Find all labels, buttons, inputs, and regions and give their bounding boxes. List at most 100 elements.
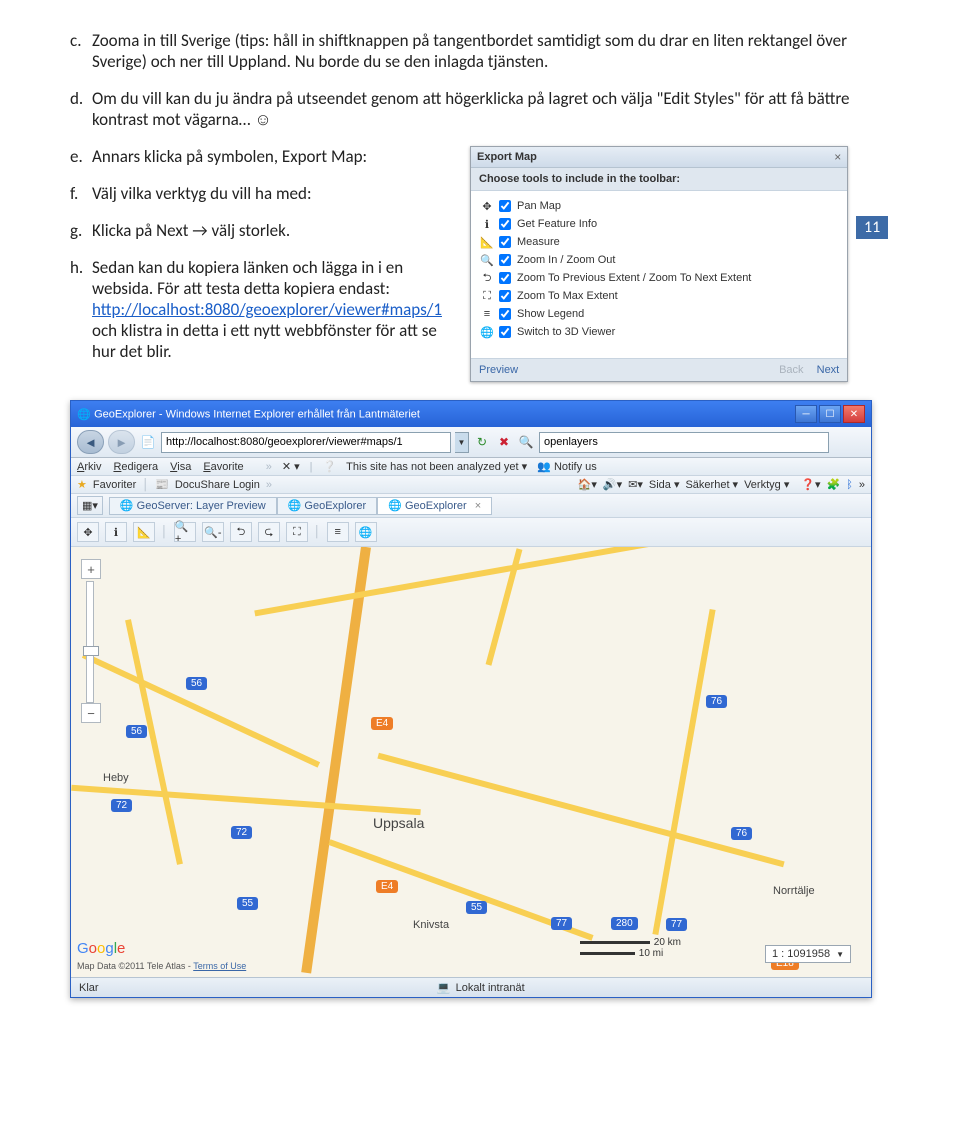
road-shield: 77 xyxy=(551,917,572,930)
address-input[interactable] xyxy=(161,432,451,453)
menu-item[interactable]: Visa xyxy=(170,461,191,473)
tool-max-extent-icon[interactable]: ⛶ xyxy=(286,522,308,542)
bluetooth-icon[interactable]: ᛒ xyxy=(846,479,853,491)
scale-bar: 20 km 10 mi xyxy=(580,937,681,959)
tool-info-icon[interactable]: ℹ xyxy=(105,522,127,542)
feeds-icon[interactable]: 🔊▾ xyxy=(603,478,622,491)
road-shield: E4 xyxy=(371,717,393,730)
refresh-icon[interactable]: ↻ xyxy=(473,433,491,451)
list-text-f: Välj vilka verktyg du vill ha med: xyxy=(92,183,450,204)
stop-icon[interactable]: ✖ xyxy=(495,433,513,451)
list-text-h: Sedan kan du kopiera länken och lägga in… xyxy=(92,257,450,362)
tool-checkbox[interactable] xyxy=(499,326,511,338)
list-letter-d: d. xyxy=(70,88,92,130)
list-letter-e: e. xyxy=(70,146,92,167)
help-icon[interactable]: ❓▾ xyxy=(801,478,820,491)
list-text-h-after: och klistra in detta i ett nytt webbföns… xyxy=(92,320,437,362)
safety-icon[interactable]: ❔ xyxy=(322,460,336,473)
tool-checkbox[interactable] xyxy=(499,200,511,212)
tool-zoomin-icon[interactable]: 🔍+ xyxy=(174,522,196,542)
status-text: This site has not been analyzed yet ▾ xyxy=(346,460,527,473)
tool-legend-icon[interactable]: ≡ xyxy=(327,522,349,542)
list-text-h-before: Sedan kan du kopiera länken och lägga in… xyxy=(92,257,403,299)
browser-tab[interactable]: 🌐 GeoServer: Layer Preview xyxy=(109,497,277,515)
tool-checkbox[interactable] xyxy=(499,308,511,320)
fav-tool-item[interactable]: Verktyg ▾ xyxy=(744,479,789,491)
dialog-preview-link[interactable]: Preview xyxy=(479,364,518,376)
minimize-button[interactable]: ─ xyxy=(795,405,817,423)
home-icon[interactable]: 🏠▾ xyxy=(578,478,597,491)
zoom-slider[interactable] xyxy=(86,581,94,703)
scale-ratio-select[interactable]: 1 : 1091958▼ xyxy=(765,945,851,963)
map-canvas[interactable]: 565672725555E4E476767777280E18 HebyUppsa… xyxy=(71,547,871,977)
docushare-link[interactable]: DocuShare Login xyxy=(175,479,260,491)
city-label: Knivsta xyxy=(411,919,451,931)
tool-checkbox[interactable] xyxy=(499,236,511,248)
list-letter-g: g. xyxy=(70,220,92,241)
road-shield: 55 xyxy=(466,901,487,914)
address-history-dropdown[interactable]: ▼ xyxy=(455,432,469,453)
dialog-close-icon[interactable]: × xyxy=(834,150,841,164)
tool-icon: ✥ xyxy=(479,199,495,213)
tool-label: Get Feature Info xyxy=(517,218,597,230)
fav-tool-item[interactable]: Säkerhet ▾ xyxy=(685,479,738,491)
browser-tab[interactable]: 🌐 GeoExplorer× xyxy=(377,497,492,515)
menu-item[interactable]: Eavorite xyxy=(203,461,243,473)
tool-icon: 🌐 xyxy=(479,325,495,339)
viewer-url-link[interactable]: http://localhost:8080/geoexplorer/viewer… xyxy=(92,299,442,320)
tool-label: Show Legend xyxy=(517,308,584,320)
favorites-star-icon[interactable]: ★ xyxy=(77,478,87,491)
notify-button[interactable]: 👥 Notify us xyxy=(537,460,597,473)
zoom-handle[interactable] xyxy=(83,646,99,656)
tool-prev-extent-icon[interactable]: ⮌ xyxy=(230,522,252,542)
road-shield: 56 xyxy=(126,725,147,738)
dropdown-icon[interactable]: ✕ ▾ xyxy=(282,460,300,473)
road-shield: 55 xyxy=(237,897,258,910)
zoom-in-button[interactable]: + xyxy=(81,559,101,579)
list-letter-h: h. xyxy=(70,257,92,362)
tool-next-extent-icon[interactable]: ⮎ xyxy=(258,522,280,542)
tool-icon: ℹ xyxy=(479,217,495,231)
road-shield: 76 xyxy=(731,827,752,840)
window-title: 🌐 GeoExplorer - Windows Internet Explore… xyxy=(77,407,420,421)
expand-icon[interactable]: » xyxy=(859,479,865,491)
fav-tool-item[interactable]: Sida ▾ xyxy=(649,479,680,491)
list-text-e: Annars klicka på symbolen, Export Map: xyxy=(92,146,450,167)
menu-item[interactable]: Redigera xyxy=(113,461,158,473)
search-input[interactable] xyxy=(539,432,829,453)
tab-close-icon[interactable]: × xyxy=(475,500,481,512)
tool-checkbox[interactable] xyxy=(499,290,511,302)
search-provider-icon: 🔍 xyxy=(517,433,535,451)
road-shield: 280 xyxy=(611,917,638,930)
list-text-c: Zooma in till Sverige (tips: håll in shi… xyxy=(92,30,890,72)
road-shield: 56 xyxy=(186,677,207,690)
close-button[interactable]: ✕ xyxy=(843,405,865,423)
terms-link[interactable]: Terms of Use xyxy=(193,961,246,971)
city-label: Norrtälje xyxy=(771,885,817,897)
dialog-next-link[interactable]: Next xyxy=(817,364,840,376)
mail-icon[interactable]: ✉▾ xyxy=(628,478,643,491)
tool-label: Pan Map xyxy=(517,200,561,212)
tool-checkbox[interactable] xyxy=(499,218,511,230)
tool-checkbox[interactable] xyxy=(499,254,511,266)
tool-3d-icon[interactable]: 🌐 xyxy=(355,522,377,542)
tool-pan-icon[interactable]: ✥ xyxy=(77,522,99,542)
tool-icon: ≡ xyxy=(479,307,495,321)
feed-icon[interactable]: 📰 xyxy=(155,478,169,491)
maximize-button[interactable]: ☐ xyxy=(819,405,841,423)
browser-tab[interactable]: 🌐 GeoExplorer xyxy=(277,497,378,515)
tool-label: Zoom To Previous Extent / Zoom To Next E… xyxy=(517,272,751,284)
list-letter-c: c. xyxy=(70,30,92,72)
forward-button[interactable]: ► xyxy=(108,430,135,454)
tool-measure-icon[interactable]: 📐 xyxy=(133,522,155,542)
quick-tabs-icon[interactable]: ▦▾ xyxy=(77,496,103,515)
page-number-badge: 11 xyxy=(854,216,890,239)
tool-zoomout-icon[interactable]: 🔍- xyxy=(202,522,224,542)
road-shield: 77 xyxy=(666,918,687,931)
menu-item[interactable]: Arkiv xyxy=(77,461,101,473)
tool-checkbox[interactable] xyxy=(499,272,511,284)
dialog-back-link[interactable]: Back xyxy=(779,364,803,376)
back-button[interactable]: ◄ xyxy=(77,430,104,454)
plugin-icon[interactable]: 🧩 xyxy=(827,478,841,491)
zoom-out-button[interactable]: − xyxy=(81,703,101,723)
